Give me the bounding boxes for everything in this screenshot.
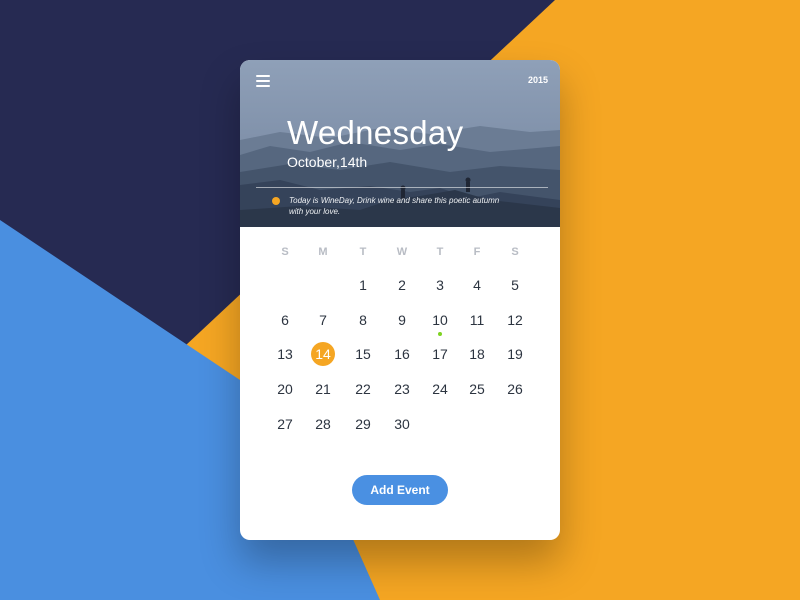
calendar-day[interactable]: 30 <box>387 410 417 438</box>
day-number: 5 <box>511 277 519 293</box>
day-number: 10 <box>432 312 448 328</box>
day-number: 16 <box>394 346 410 362</box>
day-number: 11 <box>469 312 485 328</box>
day-number: 27 <box>277 416 293 432</box>
day-number: 26 <box>507 381 523 397</box>
weekday-label: T <box>359 246 367 258</box>
day-number: 12 <box>507 312 523 328</box>
event-indicator-dot <box>438 332 442 336</box>
day-number: 23 <box>394 381 410 397</box>
calendar-day[interactable]: 18 <box>462 340 492 368</box>
calendar-day[interactable]: 24 <box>425 375 455 403</box>
weekday-label: F <box>473 246 481 258</box>
weekday-label: M <box>318 246 328 258</box>
calendar-day[interactable]: 14 <box>308 340 338 368</box>
calendar-day[interactable]: 2 <box>387 271 417 299</box>
calendar-day[interactable]: 4 <box>462 271 492 299</box>
calendar-day[interactable]: 13 <box>270 340 300 368</box>
calendar-day[interactable]: 27 <box>270 410 300 438</box>
calendar-day[interactable]: 3 <box>425 271 455 299</box>
weekday-label: T <box>436 246 444 258</box>
calendar-day[interactable]: 1 <box>348 271 378 299</box>
day-number: 2 <box>398 277 406 293</box>
day-number: 25 <box>469 381 485 397</box>
calendar-day[interactable]: 12 <box>500 306 530 334</box>
calendar-day[interactable]: 15 <box>348 340 378 368</box>
calendar-day[interactable]: 8 <box>348 306 378 334</box>
day-number: 28 <box>315 416 331 432</box>
calendar-day[interactable]: 5 <box>500 271 530 299</box>
day-number: 15 <box>355 346 371 362</box>
calendar-day[interactable]: 9 <box>387 306 417 334</box>
header-divider <box>256 187 548 188</box>
day-number: 6 <box>281 312 289 328</box>
hamburger-menu-icon[interactable] <box>256 75 270 87</box>
day-number: 21 <box>315 381 331 397</box>
calendar-day[interactable]: 21 <box>308 375 338 403</box>
day-number: 19 <box>507 346 523 362</box>
calendar-day[interactable]: 16 <box>387 340 417 368</box>
weekday-label: S <box>281 246 289 258</box>
calendar-day[interactable]: 25 <box>462 375 492 403</box>
weekday-label: S <box>511 246 519 258</box>
date-subtitle: October,14th <box>287 154 368 170</box>
day-number: 9 <box>398 312 406 328</box>
calendar-day[interactable]: 20 <box>270 375 300 403</box>
day-number: 4 <box>473 277 481 293</box>
weekday-header: SMTWTFS <box>240 246 560 262</box>
day-number: 7 <box>319 312 327 328</box>
day-number: 14 <box>315 346 331 362</box>
calendar-day[interactable]: 19 <box>500 340 530 368</box>
calendar-day[interactable]: 28 <box>308 410 338 438</box>
day-number: 13 <box>277 346 293 362</box>
day-number: 24 <box>432 381 448 397</box>
day-number: 3 <box>436 277 444 293</box>
day-number: 20 <box>277 381 293 397</box>
calendar-day[interactable]: 29 <box>348 410 378 438</box>
calendar-day[interactable]: 23 <box>387 375 417 403</box>
day-number: 22 <box>355 381 371 397</box>
day-number: 8 <box>359 312 367 328</box>
header-photo: 2015 Wednesday October,14th Today is Win… <box>240 60 560 227</box>
day-name-title: Wednesday <box>287 114 464 151</box>
day-number: 17 <box>432 346 448 362</box>
day-number: 30 <box>394 416 410 432</box>
calendar-day[interactable]: 6 <box>270 306 300 334</box>
note-dot-icon <box>272 197 280 205</box>
day-number: 1 <box>359 277 367 293</box>
calendar-day[interactable]: 10 <box>425 306 455 336</box>
event-note: Today is WineDay, Drink wine and share t… <box>289 196 500 216</box>
day-number: 18 <box>469 346 485 362</box>
calendar-card: 2015 Wednesday October,14th Today is Win… <box>240 60 560 540</box>
calendar-day[interactable]: 22 <box>348 375 378 403</box>
calendar-day[interactable]: 11 <box>462 306 492 334</box>
day-number: 29 <box>355 416 371 432</box>
calendar-day[interactable]: 26 <box>500 375 530 403</box>
year-label: 2015 <box>527 75 548 85</box>
calendar-day[interactable]: 7 <box>308 306 338 334</box>
calendar-day[interactable]: 17 <box>425 340 455 368</box>
weekday-label: W <box>396 246 408 258</box>
add-event-button[interactable]: Add Event <box>352 475 448 505</box>
